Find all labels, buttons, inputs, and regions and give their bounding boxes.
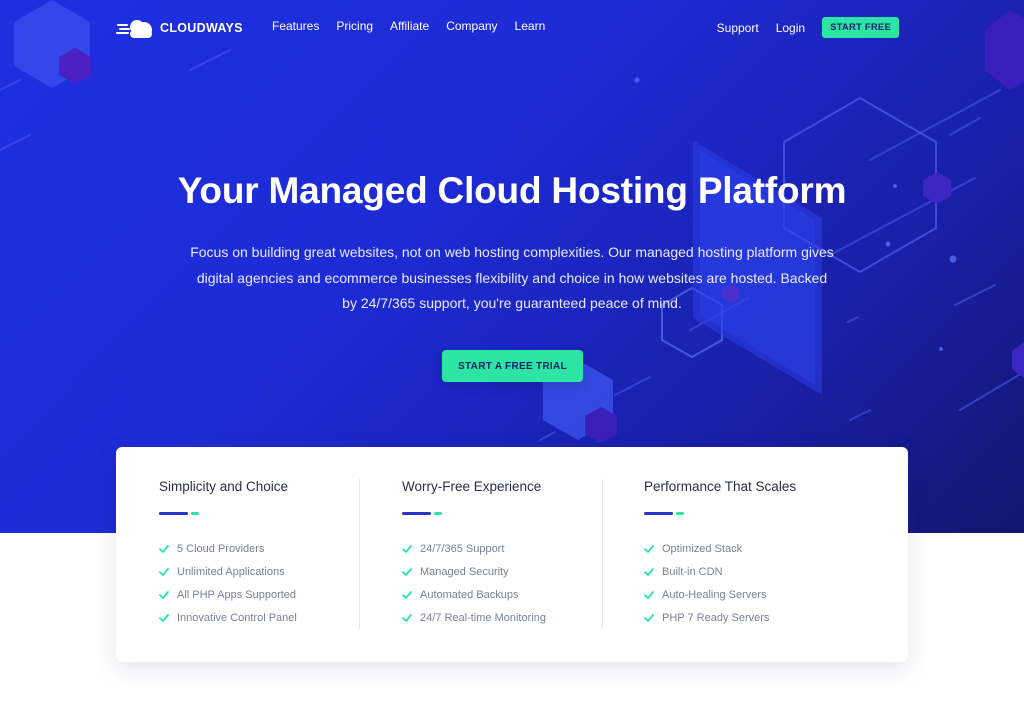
- title-underline-accent: [676, 512, 684, 515]
- check-icon: [644, 567, 654, 576]
- check-icon: [402, 590, 412, 599]
- title-underline-bar: [159, 512, 188, 515]
- list-item: Optimized Stack: [644, 537, 769, 560]
- list-item: All PHP Apps Supported: [159, 583, 297, 606]
- feature-item-label: 5 Cloud Providers: [177, 542, 265, 555]
- check-icon: [402, 567, 412, 576]
- nav-link-pricing[interactable]: Pricing: [336, 19, 373, 33]
- title-underline-bar: [644, 512, 673, 515]
- feature-item-label: Unlimited Applications: [177, 565, 285, 578]
- feature-column-title: Worry-Free Experience: [402, 479, 542, 494]
- hero-title: Your Managed Cloud Hosting Platform: [177, 170, 847, 211]
- list-item: 24/7 Real-time Monitoring: [402, 606, 546, 629]
- list-item: 5 Cloud Providers: [159, 537, 297, 560]
- feature-item-label: Built-in CDN: [662, 565, 723, 578]
- nav-right: Support Login START FREE: [717, 17, 899, 38]
- check-icon: [159, 567, 169, 576]
- hero-subtitle-line-3: by 24/7/365 support, you're guaranteed p…: [342, 295, 682, 311]
- list-item: Managed Security: [402, 560, 546, 583]
- title-underline-bar: [402, 512, 431, 515]
- nav-link-support[interactable]: Support: [717, 21, 759, 35]
- nav-link-company[interactable]: Company: [446, 19, 497, 33]
- nav-link-features[interactable]: Features: [272, 19, 319, 33]
- hero-subtitle: Focus on building great websites, not on…: [180, 240, 844, 317]
- check-icon: [159, 590, 169, 599]
- list-item: Built-in CDN: [644, 560, 769, 583]
- list-item: Auto-Healing Servers: [644, 583, 769, 606]
- check-icon: [644, 544, 654, 553]
- nav-links: Features Pricing Affiliate Company Learn: [272, 19, 562, 33]
- feature-item-label: Automated Backups: [420, 588, 519, 601]
- check-icon: [159, 544, 169, 553]
- hero-subtitle-line-2: digital agencies and ecommerce businesse…: [196, 269, 828, 286]
- start-free-button[interactable]: START FREE: [822, 17, 899, 38]
- nav-link-learn[interactable]: Learn: [515, 19, 546, 33]
- check-icon: [159, 613, 169, 622]
- feature-item-label: All PHP Apps Supported: [177, 588, 297, 601]
- brand-logo[interactable]: CLOUDWAYS: [116, 16, 243, 40]
- start-free-trial-button[interactable]: START A FREE TRIAL: [442, 350, 583, 382]
- cloud-logo-icon: [116, 20, 152, 38]
- feature-item-label: Auto-Healing Servers: [662, 588, 767, 601]
- feature-item-label: 24/7/365 Support: [420, 542, 505, 555]
- top-navigation: CLOUDWAYS Features Pricing Affiliate Com…: [0, 0, 1024, 56]
- feature-item-label: PHP 7 Ready Servers: [662, 611, 770, 624]
- check-icon: [644, 590, 654, 599]
- list-item: Unlimited Applications: [159, 560, 297, 583]
- feature-list: Optimized Stack Built-in CDN Auto-Healin…: [644, 537, 769, 629]
- list-item: PHP 7 Ready Servers: [644, 606, 769, 629]
- feature-item-label: Innovative Control Panel: [177, 611, 297, 624]
- brand-name: CLOUDWAYS: [160, 21, 243, 35]
- title-underline-accent: [191, 512, 199, 515]
- list-item: Innovative Control Panel: [159, 606, 297, 629]
- nav-link-affiliate[interactable]: Affiliate: [390, 19, 429, 33]
- column-divider: [359, 479, 360, 629]
- feature-column-title: Performance That Scales: [644, 479, 797, 494]
- features-card: Simplicity and Choice 5 Cloud Providers …: [116, 447, 908, 662]
- feature-item-label: 24/7 Real-time Monitoring: [420, 611, 546, 624]
- list-item: 24/7/365 Support: [402, 537, 546, 560]
- feature-item-label: Managed Security: [420, 565, 509, 578]
- feature-list: 24/7/365 Support Managed Security Automa…: [402, 537, 546, 629]
- nav-link-login[interactable]: Login: [776, 21, 805, 35]
- feature-column-title: Simplicity and Choice: [159, 479, 289, 494]
- check-icon: [402, 613, 412, 622]
- title-underline-accent: [434, 512, 442, 515]
- hero-subtitle-line-1: Focus on building great websites, not on…: [190, 244, 834, 260]
- list-item: Automated Backups: [402, 583, 546, 606]
- feature-item-label: Optimized Stack: [662, 542, 743, 555]
- check-icon: [644, 613, 654, 622]
- feature-list: 5 Cloud Providers Unlimited Applications…: [159, 537, 297, 629]
- check-icon: [402, 544, 412, 553]
- column-divider: [602, 479, 603, 629]
